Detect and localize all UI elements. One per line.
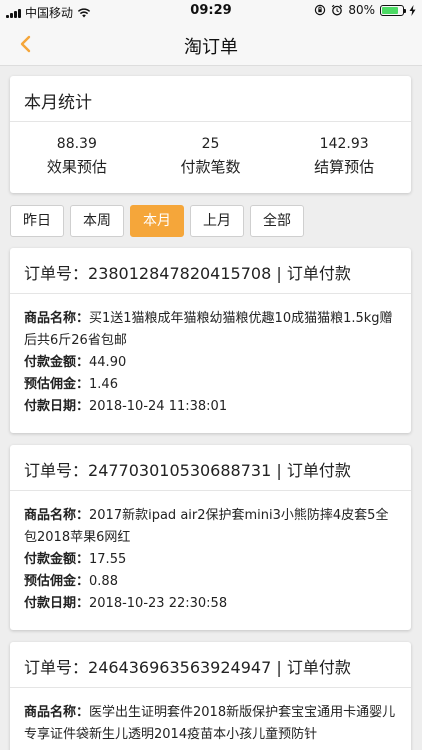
order-header: 订单号：246436963563924947 | 订单付款 [10,642,411,688]
nav-bar: 淘订单 [0,22,422,66]
monthly-stats-card: 本月统计 88.39 效果预估 25 付款笔数 142.93 结算预估 [10,76,411,193]
filter-yesterday[interactable]: 昨日 [10,205,64,237]
filter-last-month[interactable]: 上月 [190,205,244,237]
order-number: 238012847820415708 [88,264,272,283]
filter-all[interactable]: 全部 [250,205,304,237]
payment-amount: 44.90 [89,355,127,370]
order-details: 商品名称：医学出生证明套件2018新版保护套宝宝通用卡通婴儿专享证件袋新生儿透明… [10,688,411,746]
stat-label: 结算预估 [314,158,375,176]
product-line: 商品名称：买1送1猫粮成年猫粮幼猫粮优趣10成猫猫粮1.5kg赠后共6斤26省包… [24,308,397,352]
order-details: 商品名称：买1送1猫粮成年猫粮幼猫粮优趣10成猫猫粮1.5kg赠后共6斤26省包… [10,294,411,418]
order-header: 订单号：238012847820415708 | 订单付款 [10,248,411,294]
order-no-label: 订单号： [24,264,89,283]
date-line: 付款日期：2018-10-23 22:30:58 [24,593,397,615]
payment-amount: 17.55 [89,552,127,567]
date-line: 付款日期：2018-10-24 11:38:01 [24,396,397,418]
commission-line: 预估佣金：1.46 [24,374,397,396]
charging-icon [409,4,416,16]
alarm-icon [332,4,343,16]
amount-line: 付款金额：17.55 [24,549,397,571]
commission-label: 预估佣金： [24,574,90,589]
order-card[interactable]: 订单号：238012847820415708 | 订单付款 商品名称：买1送1猫… [10,248,411,433]
commission-label: 预估佣金： [24,377,90,392]
filter-this-month[interactable]: 本月 [130,205,184,237]
order-card[interactable]: 订单号：247703010530688731 | 订单付款 商品名称：2017新… [10,445,411,630]
status-right: 80% [314,3,416,17]
battery-icon [380,4,406,16]
order-details: 商品名称：2017新款ipad air2保护套mini3小熊防摔4皮套5全包20… [10,491,411,615]
product-label: 商品名称： [24,508,90,523]
orientation-lock-icon [315,4,326,16]
date-label: 付款日期： [24,399,90,414]
estimated-commission: 1.46 [89,377,118,392]
payment-date: 2018-10-24 11:38:01 [89,399,228,414]
order-number: 246436963563924947 [88,658,272,677]
order-no-label: 订单号： [24,658,89,677]
stat-payment-count: 25 付款笔数 [144,136,278,177]
stat-settlement-estimate: 142.93 结算预估 [277,136,411,177]
stat-value: 25 [201,136,220,152]
estimated-commission: 0.88 [89,574,118,589]
status-bar: 中国移动 09:29 80% [0,0,422,22]
order-status: 订单付款 [286,461,351,480]
stat-estimated-effect: 88.39 效果预估 [10,136,144,177]
stat-label: 效果预估 [46,158,107,176]
payment-date: 2018-10-23 22:30:58 [89,596,228,611]
stat-label: 付款笔数 [180,158,241,176]
product-line: 商品名称：2017新款ipad air2保护套mini3小熊防摔4皮套5全包20… [24,505,397,549]
product-line: 商品名称：医学出生证明套件2018新版保护套宝宝通用卡通婴儿专享证件袋新生儿透明… [24,702,397,746]
product-label: 商品名称： [24,311,90,326]
filter-this-week[interactable]: 本周 [70,205,124,237]
order-header: 订单号：247703010530688731 | 订单付款 [10,445,411,491]
battery-percent: 80% [348,3,375,17]
order-no-label: 订单号： [24,461,89,480]
order-number: 247703010530688731 [88,461,272,480]
page-title: 淘订单 [184,37,238,58]
stats-title: 本月统计 [10,76,411,122]
stat-value: 142.93 [319,136,369,152]
order-status: 订单付款 [286,264,351,283]
amount-label: 付款金额： [24,355,90,370]
stats-row: 88.39 效果预估 25 付款笔数 142.93 结算预估 [10,122,411,177]
stat-value: 88.39 [56,136,97,152]
order-card[interactable]: 订单号：246436963563924947 | 订单付款 商品名称：医学出生证… [10,642,411,750]
amount-line: 付款金额：44.90 [24,352,397,374]
amount-label: 付款金额： [24,552,90,567]
order-status: 订单付款 [286,658,351,677]
product-label: 商品名称： [24,705,90,720]
date-label: 付款日期： [24,596,90,611]
commission-line: 预估佣金：0.88 [24,571,397,593]
date-filter-group: 昨日 本周 本月 上月 全部 [10,205,304,237]
